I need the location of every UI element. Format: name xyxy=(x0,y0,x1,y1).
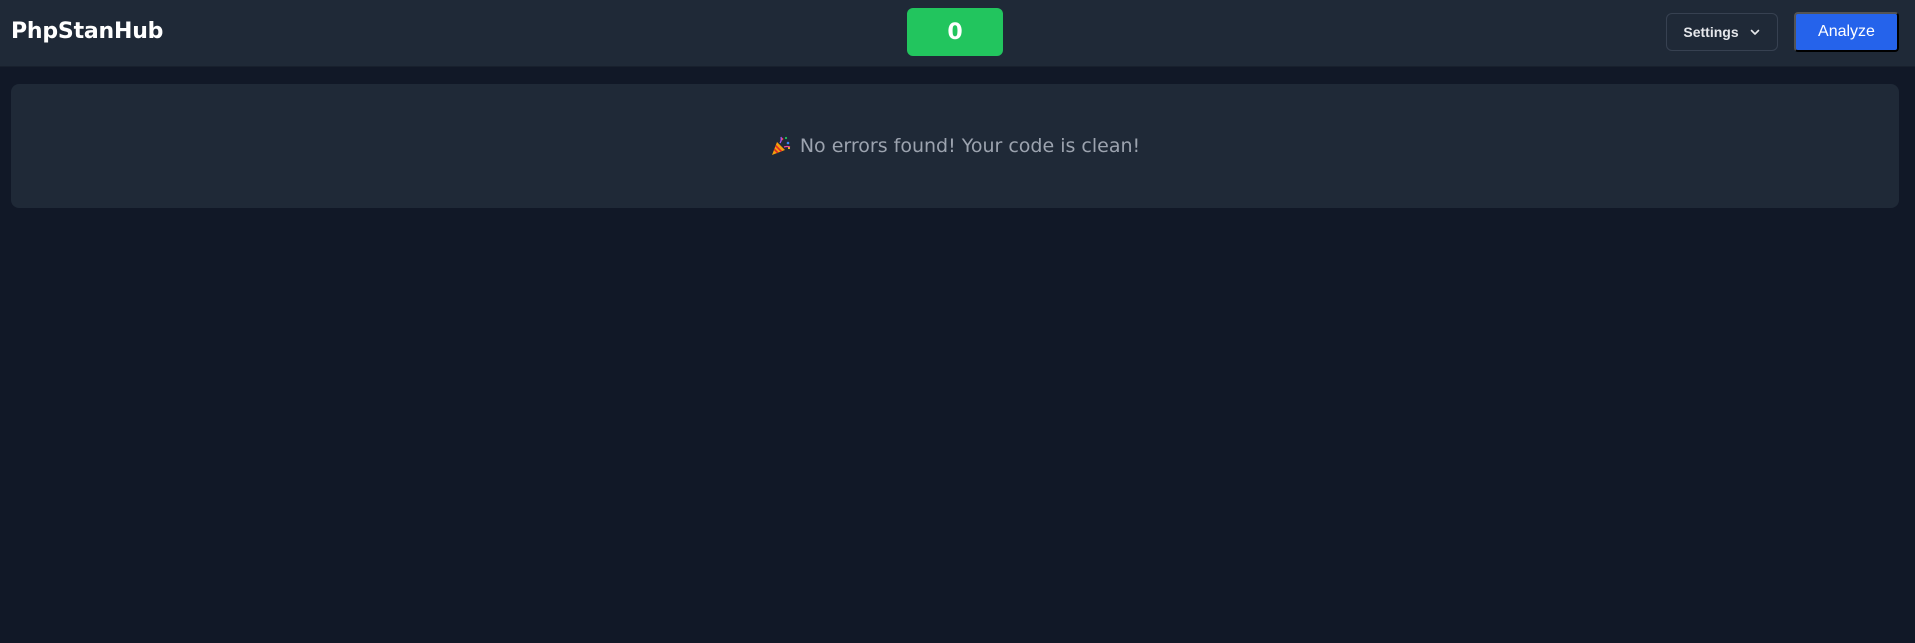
result-message: No errors found! Your code is clean! xyxy=(770,135,1140,157)
success-message-text: No errors found! Your code is clean! xyxy=(799,135,1141,157)
analyze-button[interactable]: Analyze xyxy=(1794,12,1899,52)
app-root: PhpStanHub 0 Settings Analyze No errors … xyxy=(0,0,1915,643)
settings-dropdown-button[interactable]: Settings xyxy=(1666,13,1778,51)
app-title: PhpStanHub xyxy=(11,19,164,44)
chevron-down-icon xyxy=(1749,26,1761,38)
result-panel: No errors found! Your code is clean! xyxy=(11,84,1899,208)
party-popper-icon xyxy=(770,135,792,157)
error-count-badge: 0 xyxy=(907,8,1003,56)
settings-label: Settings xyxy=(1683,24,1739,40)
top-bar: PhpStanHub 0 Settings Analyze xyxy=(0,0,1915,67)
